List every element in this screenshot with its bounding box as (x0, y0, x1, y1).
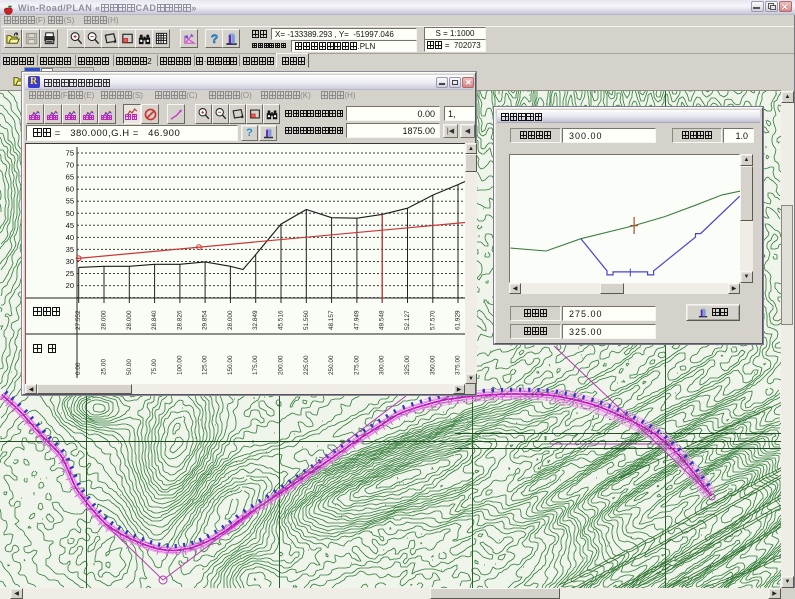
svg-text:57.570: 57.570 (429, 310, 436, 330)
svg-text:28.000: 28.000 (126, 310, 133, 330)
svg-text:35: 35 (66, 245, 74, 254)
svg-text:150.00: 150.00 (227, 355, 234, 375)
svg-text:225.00: 225.00 (303, 355, 310, 375)
svg-text:50.00: 50.00 (126, 359, 133, 375)
svg-text:75: 75 (66, 149, 74, 158)
svg-text:375.00: 375.00 (455, 355, 462, 375)
svg-text:40: 40 (66, 233, 74, 242)
svg-text:325.00: 325.00 (404, 355, 411, 375)
svg-text:350.00: 350.00 (429, 355, 436, 375)
svg-text:125.00: 125.00 (202, 355, 209, 375)
svg-text:50: 50 (66, 209, 74, 218)
svg-text:?: ? (210, 32, 217, 46)
svg-text:47.949: 47.949 (353, 310, 360, 330)
svg-text:29.854: 29.854 (202, 310, 209, 330)
svg-text:200.00: 200.00 (278, 355, 285, 375)
svg-text:48.157: 48.157 (328, 310, 335, 330)
svg-text:61.929: 61.929 (455, 310, 462, 330)
svg-text:65: 65 (66, 173, 74, 182)
svg-text:55: 55 (66, 197, 74, 206)
svg-text:27.552: 27.552 (75, 310, 82, 330)
svg-text:52.127: 52.127 (404, 310, 411, 330)
svg-text:32.849: 32.849 (252, 310, 259, 330)
svg-text:25: 25 (66, 269, 74, 278)
svg-text:75.00: 75.00 (151, 359, 158, 375)
svg-text:28.000: 28.000 (227, 310, 234, 330)
svg-text:28.840: 28.840 (151, 310, 158, 330)
svg-text:28.826: 28.826 (176, 310, 183, 330)
svg-text:0.00: 0.00 (75, 362, 82, 375)
svg-text:100.00: 100.00 (176, 355, 183, 375)
svg-text:275.00: 275.00 (353, 355, 360, 375)
svg-text:250.00: 250.00 (328, 355, 335, 375)
svg-text:60: 60 (66, 185, 74, 194)
svg-text:28.000: 28.000 (101, 310, 108, 330)
svg-text:45: 45 (66, 221, 74, 230)
svg-text:300.00: 300.00 (379, 355, 386, 375)
svg-text:175.00: 175.00 (252, 355, 259, 375)
svg-text:30: 30 (66, 257, 74, 266)
svg-text:25.00: 25.00 (101, 359, 108, 375)
svg-text:49.548: 49.548 (379, 310, 386, 330)
svg-text:70: 70 (66, 161, 74, 170)
svg-text:51.560: 51.560 (303, 310, 310, 330)
svg-text:20: 20 (66, 281, 74, 290)
svg-text:45.516: 45.516 (278, 310, 285, 330)
